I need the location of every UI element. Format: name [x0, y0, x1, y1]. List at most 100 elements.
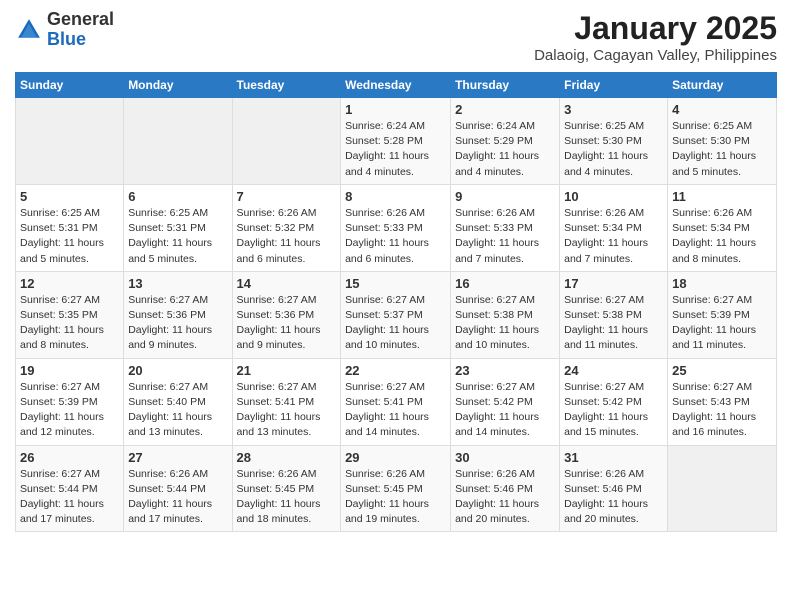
day-number: 4	[672, 102, 772, 117]
day-number: 3	[564, 102, 663, 117]
day-info: Sunrise: 6:27 AMSunset: 5:40 PMDaylight:…	[128, 380, 227, 441]
table-row: 22 Sunrise: 6:27 AMSunset: 5:41 PMDayligh…	[341, 358, 451, 445]
table-row: 16 Sunrise: 6:27 AMSunset: 5:38 PMDayligh…	[451, 271, 560, 358]
calendar-week-row: 12 Sunrise: 6:27 AMSunset: 5:35 PMDayligh…	[16, 271, 777, 358]
day-info: Sunrise: 6:25 AMSunset: 5:31 PMDaylight:…	[20, 206, 119, 267]
table-row: 5 Sunrise: 6:25 AMSunset: 5:31 PMDaylight…	[16, 184, 124, 271]
header-monday: Monday	[124, 73, 232, 98]
day-info: Sunrise: 6:27 AMSunset: 5:39 PMDaylight:…	[20, 380, 119, 441]
logo-general-text: General	[47, 9, 114, 29]
day-info: Sunrise: 6:26 AMSunset: 5:33 PMDaylight:…	[345, 206, 446, 267]
day-info: Sunrise: 6:27 AMSunset: 5:43 PMDaylight:…	[672, 380, 772, 441]
table-row: 3 Sunrise: 6:25 AMSunset: 5:30 PMDaylight…	[560, 98, 668, 185]
table-row: 17Sunrise: 6:27 AMSunset: 5:38 PMDayligh…	[560, 271, 668, 358]
day-info: Sunrise: 6:27 AMSunset: 5:35 PMDaylight:…	[20, 293, 119, 354]
day-info: Sunrise: 6:25 AMSunset: 5:30 PMDaylight:…	[564, 119, 663, 180]
day-number: 12	[20, 276, 119, 291]
header-friday: Friday	[560, 73, 668, 98]
calendar-week-row: 1 Sunrise: 6:24 AMSunset: 5:28 PMDaylight…	[16, 98, 777, 185]
logo-text: General Blue	[47, 10, 114, 50]
day-number: 23	[455, 363, 555, 378]
day-number: 20	[128, 363, 227, 378]
day-info: Sunrise: 6:26 AMSunset: 5:44 PMDaylight:…	[128, 467, 227, 528]
table-row: 2Sunrise: 6:24 AMSunset: 5:29 PMDaylight…	[451, 98, 560, 185]
table-row: 27 Sunrise: 6:26 AMSunset: 5:44 PMDayligh…	[124, 445, 232, 532]
day-info: Sunrise: 6:26 AMSunset: 5:34 PMDaylight:…	[672, 206, 772, 267]
header-wednesday: Wednesday	[341, 73, 451, 98]
logo-blue-text: Blue	[47, 29, 86, 49]
table-row: 30Sunrise: 6:26 AMSunset: 5:46 PMDayligh…	[451, 445, 560, 532]
page-title: January 2025	[534, 10, 777, 47]
day-info: Sunrise: 6:27 AMSunset: 5:36 PMDaylight:…	[237, 293, 337, 354]
table-row: 25 Sunrise: 6:27 AMSunset: 5:43 PMDayligh…	[668, 358, 777, 445]
day-number: 25	[672, 363, 772, 378]
table-row: 31 Sunrise: 6:26 AMSunset: 5:46 PMDayligh…	[560, 445, 668, 532]
day-number: 21	[237, 363, 337, 378]
day-number: 16	[455, 276, 555, 291]
page: General Blue January 2025 Dalaoig, Cagay…	[0, 0, 792, 612]
day-number: 17	[564, 276, 663, 291]
table-row: 7 Sunrise: 6:26 AMSunset: 5:32 PMDaylight…	[232, 184, 341, 271]
day-number: 10	[564, 189, 663, 204]
day-number: 5	[20, 189, 119, 204]
day-number: 27	[128, 450, 227, 465]
header-sunday: Sunday	[16, 73, 124, 98]
day-number: 15	[345, 276, 446, 291]
day-number: 13	[128, 276, 227, 291]
calendar-table: Sunday Monday Tuesday Wednesday Thursday…	[15, 72, 777, 532]
logo: General Blue	[15, 10, 114, 50]
day-number: 28	[237, 450, 337, 465]
calendar-week-row: 5 Sunrise: 6:25 AMSunset: 5:31 PMDaylight…	[16, 184, 777, 271]
day-info: Sunrise: 6:26 AMSunset: 5:33 PMDaylight:…	[455, 206, 555, 267]
header-tuesday: Tuesday	[232, 73, 341, 98]
table-row: 14Sunrise: 6:27 AMSunset: 5:36 PMDayligh…	[232, 271, 341, 358]
day-info: Sunrise: 6:24 AMSunset: 5:28 PMDaylight:…	[345, 119, 446, 180]
day-info: Sunrise: 6:27 AMSunset: 5:39 PMDaylight:…	[672, 293, 772, 354]
day-number: 26	[20, 450, 119, 465]
day-info: Sunrise: 6:26 AMSunset: 5:32 PMDaylight:…	[237, 206, 337, 267]
calendar-week-row: 26 Sunrise: 6:27 AMSunset: 5:44 PMDayligh…	[16, 445, 777, 532]
day-number: 22	[345, 363, 446, 378]
day-number: 30	[455, 450, 555, 465]
day-info: Sunrise: 6:27 AMSunset: 5:38 PMDaylight:…	[455, 293, 555, 354]
day-info: Sunrise: 6:26 AMSunset: 5:46 PMDaylight:…	[564, 467, 663, 528]
day-number: 31	[564, 450, 663, 465]
table-row: 19 Sunrise: 6:27 AMSunset: 5:39 PMDayligh…	[16, 358, 124, 445]
table-row: 11 Sunrise: 6:26 AMSunset: 5:34 PMDayligh…	[668, 184, 777, 271]
day-number: 8	[345, 189, 446, 204]
table-row: 1 Sunrise: 6:24 AMSunset: 5:28 PMDaylight…	[341, 98, 451, 185]
day-number: 29	[345, 450, 446, 465]
table-row: 13Sunrise: 6:27 AMSunset: 5:36 PMDayligh…	[124, 271, 232, 358]
table-row: 23 Sunrise: 6:27 AMSunset: 5:42 PMDayligh…	[451, 358, 560, 445]
table-row: 26 Sunrise: 6:27 AMSunset: 5:44 PMDayligh…	[16, 445, 124, 532]
day-number: 24	[564, 363, 663, 378]
table-row: 9 Sunrise: 6:26 AMSunset: 5:33 PMDaylight…	[451, 184, 560, 271]
table-row	[668, 445, 777, 532]
day-info: Sunrise: 6:27 AMSunset: 5:41 PMDaylight:…	[237, 380, 337, 441]
table-row: 21 Sunrise: 6:27 AMSunset: 5:41 PMDayligh…	[232, 358, 341, 445]
day-number: 11	[672, 189, 772, 204]
day-info: Sunrise: 6:27 AMSunset: 5:44 PMDaylight:…	[20, 467, 119, 528]
day-number: 9	[455, 189, 555, 204]
table-row: 20 Sunrise: 6:27 AMSunset: 5:40 PMDayligh…	[124, 358, 232, 445]
day-info: Sunrise: 6:26 AMSunset: 5:45 PMDaylight:…	[237, 467, 337, 528]
title-block: January 2025 Dalaoig, Cagayan Valley, Ph…	[534, 10, 777, 64]
header: General Blue January 2025 Dalaoig, Cagay…	[15, 10, 777, 64]
day-info: Sunrise: 6:27 AMSunset: 5:37 PMDaylight:…	[345, 293, 446, 354]
day-info: Sunrise: 6:26 AMSunset: 5:45 PMDaylight:…	[345, 467, 446, 528]
day-info: Sunrise: 6:27 AMSunset: 5:42 PMDaylight:…	[455, 380, 555, 441]
header-saturday: Saturday	[668, 73, 777, 98]
table-row	[124, 98, 232, 185]
table-row: 24Sunrise: 6:27 AMSunset: 5:42 PMDayligh…	[560, 358, 668, 445]
table-row: 6Sunrise: 6:25 AMSunset: 5:31 PMDaylight…	[124, 184, 232, 271]
day-info: Sunrise: 6:24 AMSunset: 5:29 PMDaylight:…	[455, 119, 555, 180]
day-info: Sunrise: 6:26 AMSunset: 5:34 PMDaylight:…	[564, 206, 663, 267]
day-info: Sunrise: 6:27 AMSunset: 5:41 PMDaylight:…	[345, 380, 446, 441]
table-row: 29 Sunrise: 6:26 AMSunset: 5:45 PMDayligh…	[341, 445, 451, 532]
day-number: 6	[128, 189, 227, 204]
table-row: 10 Sunrise: 6:26 AMSunset: 5:34 PMDayligh…	[560, 184, 668, 271]
day-info: Sunrise: 6:25 AMSunset: 5:30 PMDaylight:…	[672, 119, 772, 180]
day-number: 1	[345, 102, 446, 117]
day-number: 19	[20, 363, 119, 378]
day-number: 7	[237, 189, 337, 204]
